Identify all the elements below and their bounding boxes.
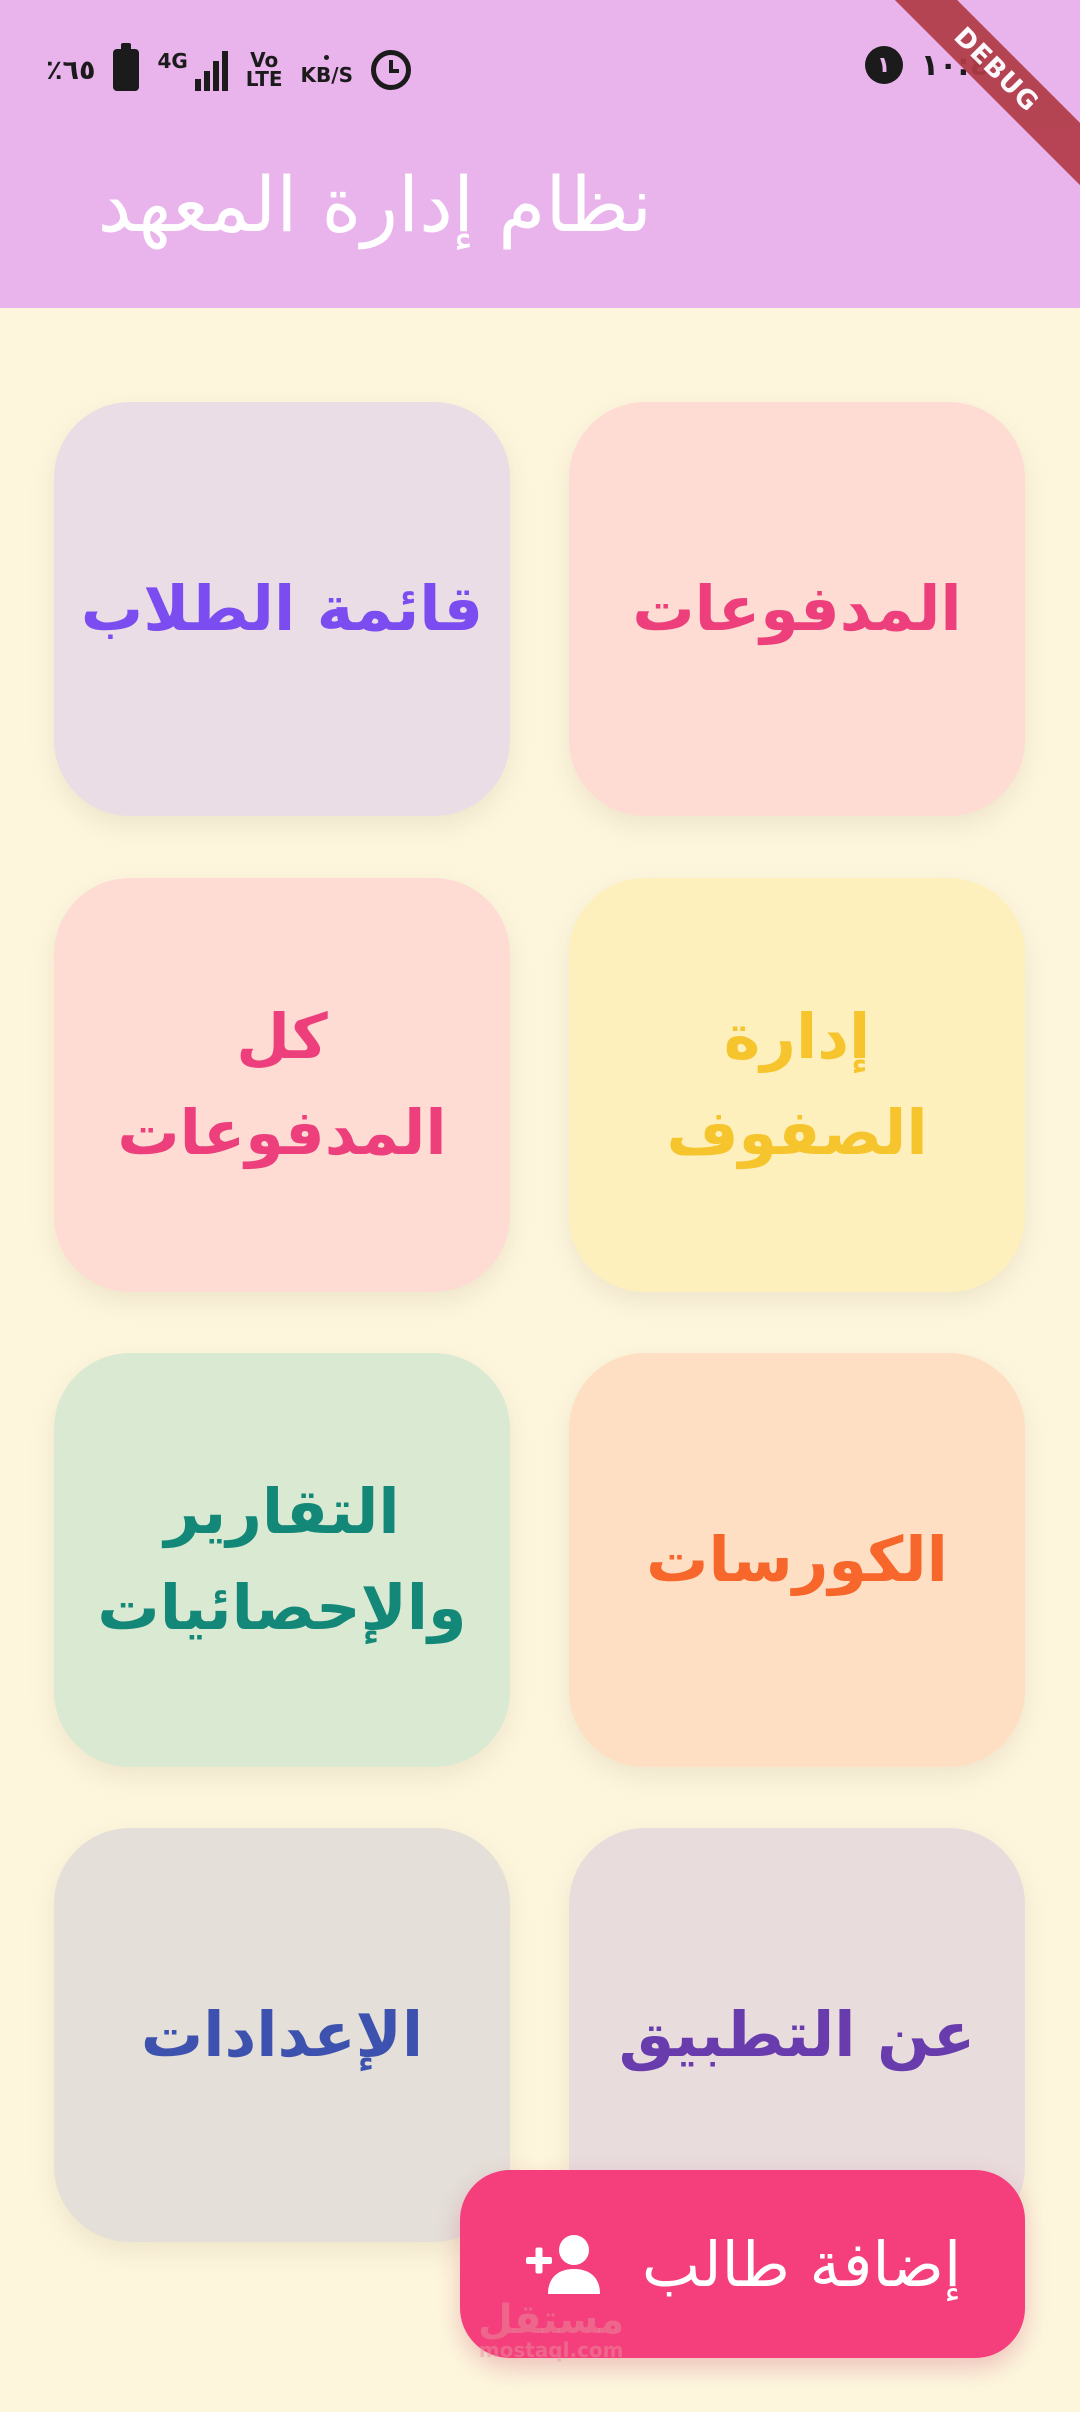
card-students-list[interactable]: قائمة الطلاب — [54, 402, 510, 816]
status-bar-left: ٪٦٥ 4G Vo LTE KB/S — [46, 42, 411, 98]
network-speed: KB/S — [300, 54, 353, 87]
battery-icon — [113, 43, 140, 91]
signal-icon: 4G — [157, 49, 228, 91]
battery-percent: ٪٦٥ — [46, 54, 96, 86]
card-classes-management-label: إدارة الصفوف — [666, 999, 928, 1169]
card-reports[interactable]: التقارير والإحصائيات — [54, 1353, 510, 1767]
card-reports-label: التقارير والإحصائيات — [97, 1474, 467, 1644]
card-payments[interactable]: المدفوعات — [569, 402, 1025, 816]
notification-badge: ١ — [864, 46, 903, 84]
card-all-payments-label: كل المدفوعات — [117, 999, 447, 1169]
person-add-icon — [525, 2235, 600, 2294]
network-type: 4G — [157, 49, 188, 73]
alarm-icon — [371, 50, 411, 90]
watermark-logo: مستقل mostaql.com — [478, 2300, 624, 2360]
add-student-label: إضافة طالب — [641, 2227, 962, 2301]
card-classes-management[interactable]: إدارة الصفوف — [569, 878, 1025, 1292]
watermark-sub: mostaql.com — [478, 2338, 624, 2362]
card-all-payments[interactable]: كل المدفوعات — [54, 878, 510, 1292]
watermark-text: مستقل — [478, 2297, 625, 2343]
page-title: نظام إدارة المعهد — [97, 160, 652, 249]
volte-icon: Vo LTE — [245, 50, 283, 91]
card-about-label: عن التطبيق — [618, 1997, 976, 2071]
card-courses-label: الكورسات — [646, 1522, 948, 1596]
volte-bottom: LTE — [245, 67, 283, 91]
app-bar: ٪٦٥ 4G Vo LTE KB/S ١ ١٠:٤٠ DEBUG — [0, 0, 1080, 308]
card-settings[interactable]: الإعدادات — [54, 1828, 510, 2242]
card-courses[interactable]: الكورسات — [569, 1353, 1025, 1767]
card-students-list-label: قائمة الطلاب — [80, 571, 484, 645]
card-settings-label: الإعدادات — [140, 1997, 424, 2071]
card-payments-label: المدفوعات — [632, 571, 962, 645]
speed-unit: KB/S — [300, 62, 353, 87]
